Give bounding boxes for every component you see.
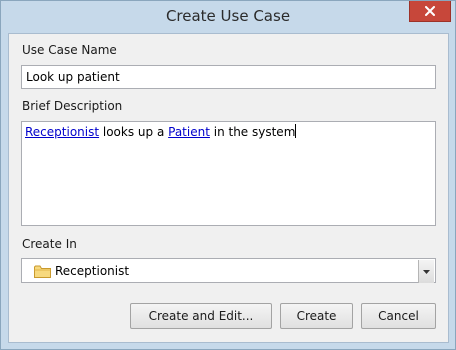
create-and-edit-button[interactable]: Create and Edit... — [130, 303, 272, 329]
dialog-body: Use Case Name Brief Description Receptio… — [8, 33, 449, 343]
create-in-label: Create In — [22, 237, 77, 251]
window-title: Create Use Case — [165, 7, 291, 25]
title-bar[interactable]: Create Use Case — [1, 1, 455, 33]
close-button[interactable] — [409, 1, 451, 22]
folder-icon — [34, 265, 51, 278]
patient-link[interactable]: Patient — [168, 125, 210, 139]
dropdown-arrow-button[interactable] — [418, 260, 434, 283]
description-text-part: looks up a — [99, 125, 169, 139]
brief-description-label: Brief Description — [22, 99, 123, 113]
brief-description-field[interactable]: Receptionist looks up a Patient in the s… — [21, 121, 436, 226]
create-in-value: Receptionist — [55, 264, 130, 278]
use-case-name-input[interactable] — [22, 66, 435, 88]
description-text-part: in the system — [209, 125, 296, 139]
close-icon — [425, 6, 435, 16]
receptionist-link[interactable]: Receptionist — [25, 125, 99, 139]
use-case-name-label: Use Case Name — [22, 43, 117, 57]
cancel-button[interactable]: Cancel — [361, 303, 436, 329]
use-case-name-field[interactable] — [21, 65, 436, 89]
description-text: Receptionist looks up a Patient in the s… — [22, 122, 435, 142]
create-button[interactable]: Create — [280, 303, 353, 329]
create-in-dropdown[interactable]: Receptionist — [21, 258, 436, 283]
create-use-case-dialog: Create Use Case Use Case Name Brief Desc… — [0, 0, 456, 350]
chevron-down-icon — [423, 269, 430, 274]
text-caret — [295, 124, 297, 138]
